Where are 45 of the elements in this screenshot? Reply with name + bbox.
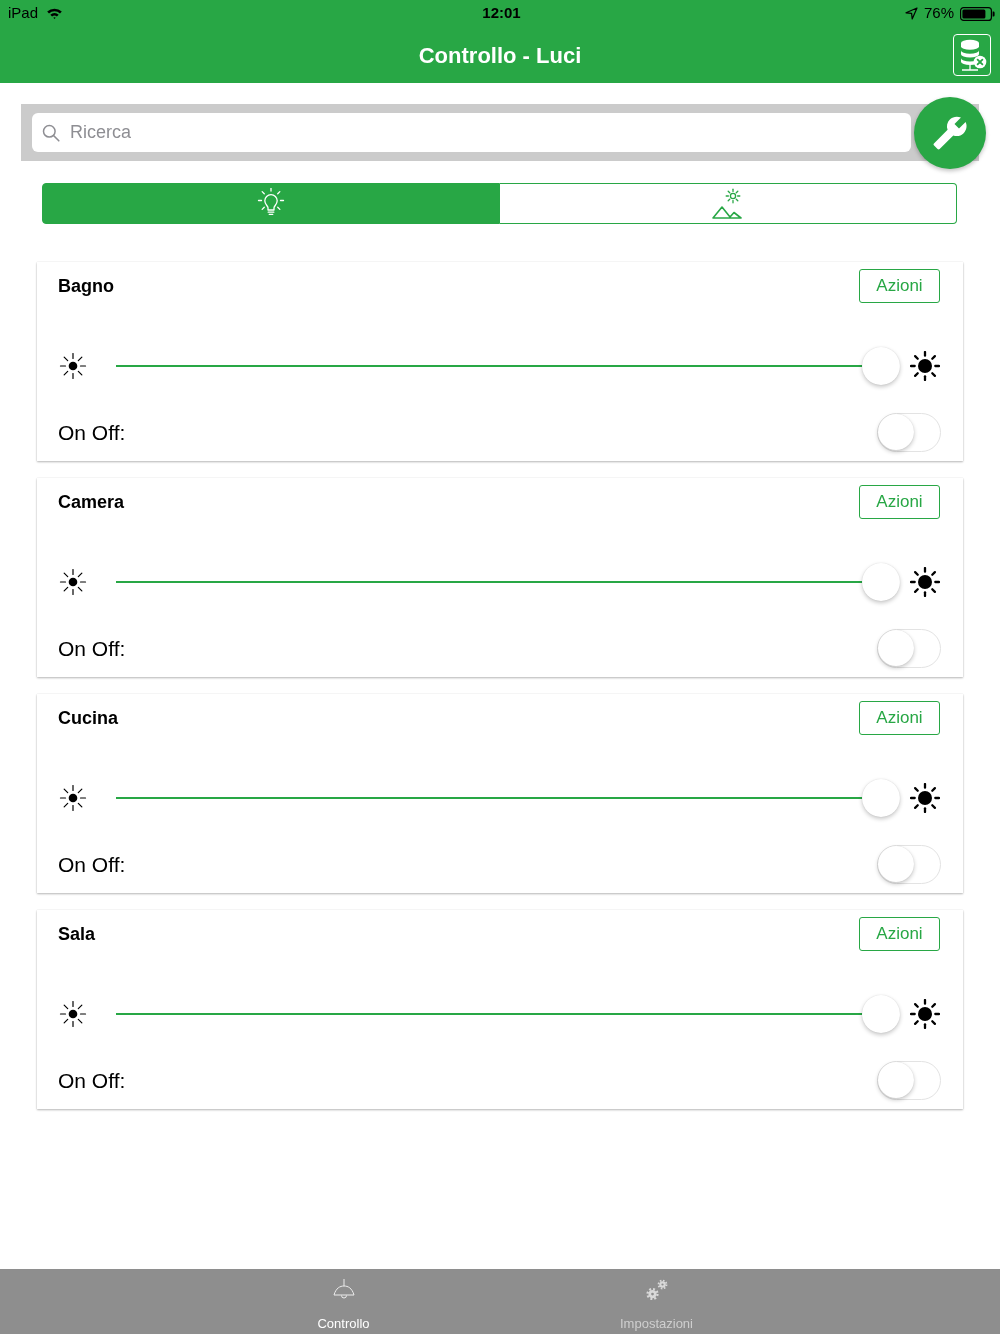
actions-button[interactable]: Azioni <box>859 701 940 735</box>
small-sun-icon <box>58 783 88 813</box>
segment-tab[interactable] <box>500 183 957 224</box>
power-switch[interactable] <box>877 629 941 668</box>
small-sun-icon <box>58 567 88 597</box>
database-button[interactable] <box>953 34 991 76</box>
small-sun-icon <box>58 351 88 381</box>
slider-thumb[interactable] <box>862 563 900 601</box>
device-name: iPad <box>8 3 39 24</box>
actions-button[interactable]: Azioni <box>859 269 940 303</box>
slider-thumb[interactable] <box>862 779 900 817</box>
on-off-label: On Off: <box>58 1067 126 1094</box>
power-switch[interactable] <box>877 845 941 884</box>
room-name: Camera <box>58 490 125 514</box>
room-name: Sala <box>58 922 96 946</box>
location-arrow-icon <box>904 7 918 20</box>
battery-percent: 76% <box>923 3 954 24</box>
large-sun-icon <box>910 999 940 1029</box>
actions-button[interactable]: Azioni <box>859 485 940 519</box>
search-field[interactable]: Ricerca <box>32 113 911 152</box>
tab-bar-item[interactable]: Impostazioni <box>561 1269 752 1334</box>
wrench-button[interactable] <box>914 97 986 169</box>
pendant-lamp-icon[interactable] <box>330 1278 357 1302</box>
slider-thumb[interactable] <box>862 347 900 385</box>
screen-title: Controllo - Luci <box>418 41 582 70</box>
on-off-label: On Off: <box>58 635 126 662</box>
search-input[interactable]: Ricerca <box>70 120 911 145</box>
room-name: Bagno <box>58 274 114 298</box>
on-off-label: On Off: <box>58 419 126 446</box>
large-sun-icon <box>910 351 940 381</box>
small-sun-icon <box>58 999 88 1029</box>
battery-icon <box>960 6 995 21</box>
wrench-icon <box>932 115 968 151</box>
search-icon <box>42 123 60 142</box>
status-time: 12:01 <box>482 3 521 24</box>
actions-button[interactable]: Azioni <box>859 917 940 951</box>
large-sun-icon <box>910 783 940 813</box>
slider-thumb[interactable] <box>862 995 900 1033</box>
room-name: Cucina <box>58 706 118 730</box>
on-off-label: On Off: <box>58 851 126 878</box>
large-sun-icon <box>910 567 940 597</box>
wifi-icon <box>46 7 64 20</box>
tab-bar-item[interactable]: Controllo <box>248 1269 439 1334</box>
power-switch[interactable] <box>877 1061 941 1100</box>
power-switch[interactable] <box>877 413 941 452</box>
